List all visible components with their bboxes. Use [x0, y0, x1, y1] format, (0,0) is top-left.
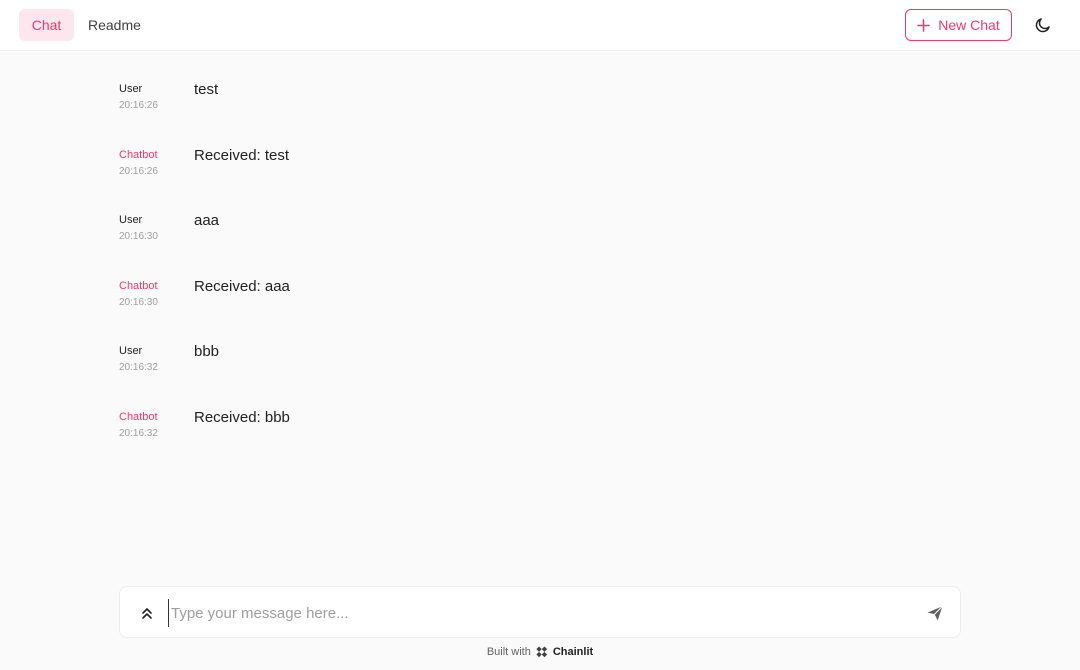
message-item: User 20:16:32 bbb	[119, 343, 959, 395]
message-content: Received: aaa	[194, 278, 290, 295]
top-bar: Chat Readme New Chat	[0, 0, 1080, 51]
message-timestamp: 20:16:30	[119, 231, 158, 242]
footer: Built with Chainlit	[0, 646, 1080, 658]
message-content: Received: test	[194, 147, 290, 164]
message-composer	[119, 586, 961, 638]
message-timestamp: 20:16:32	[119, 362, 158, 373]
app-root: Chat Readme New Chat User 20:16:26 test …	[0, 0, 1080, 670]
tab-chat[interactable]: Chat	[19, 9, 74, 41]
message-author: User	[119, 345, 143, 357]
new-chat-button[interactable]: New Chat	[905, 9, 1012, 41]
plus-icon	[917, 18, 931, 32]
message-content: bbb	[194, 343, 220, 360]
message-author: Chatbot	[119, 149, 158, 161]
message-author: User	[119, 214, 143, 226]
message-timestamp: 20:16:26	[119, 100, 158, 111]
chainlit-link[interactable]: Chainlit	[553, 646, 593, 658]
message-timestamp: 20:16:32	[119, 428, 158, 439]
moon-icon	[1035, 18, 1050, 33]
tab-readme[interactable]: Readme	[74, 9, 155, 41]
message-input[interactable]	[168, 599, 908, 627]
chainlit-logo-icon	[536, 646, 547, 658]
message-item: User 20:16:26 test	[119, 81, 959, 133]
message-timestamp: 20:16:26	[119, 166, 158, 177]
new-chat-label: New Chat	[938, 17, 1000, 33]
message-item: Chatbot 20:16:30 Received: aaa	[119, 278, 959, 330]
message-content: aaa	[194, 212, 220, 229]
message-content: test	[194, 81, 219, 98]
expand-options-button[interactable]	[136, 602, 158, 624]
message-timestamp: 20:16:30	[119, 297, 158, 308]
send-icon	[927, 605, 943, 621]
message-item: Chatbot 20:16:32 Received: bbb	[119, 409, 959, 461]
message-content: Received: bbb	[194, 409, 290, 426]
message-item: Chatbot 20:16:26 Received: test	[119, 147, 959, 199]
theme-toggle-button[interactable]	[1030, 12, 1056, 38]
message-author: Chatbot	[119, 280, 158, 292]
built-with-text: Built with	[486, 646, 531, 658]
message-author: User	[119, 83, 143, 95]
message-author: Chatbot	[119, 411, 158, 423]
chevrons-up-icon	[142, 608, 152, 619]
message-item: User 20:16:30 aaa	[119, 212, 959, 264]
send-button[interactable]	[924, 602, 946, 624]
